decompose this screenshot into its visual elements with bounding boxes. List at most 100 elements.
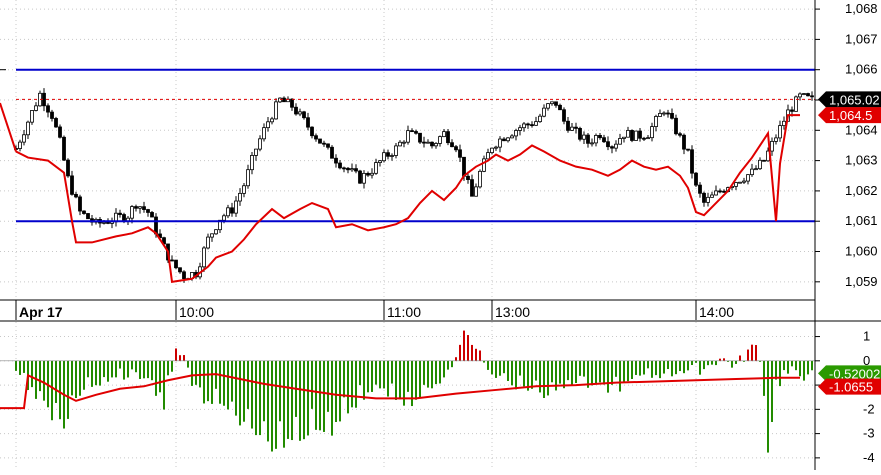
histogram-bar bbox=[643, 360, 645, 375]
red-line-badge-text: 1,064.5 bbox=[829, 108, 872, 123]
candle-body bbox=[326, 143, 330, 148]
candle-body bbox=[506, 137, 510, 142]
histogram-bar bbox=[791, 360, 793, 367]
histogram-panel[interactable] bbox=[0, 322, 815, 470]
candle-body bbox=[302, 111, 306, 119]
candle-body bbox=[230, 207, 234, 214]
candle-body bbox=[214, 229, 218, 235]
candle-body bbox=[354, 168, 358, 172]
candle-body bbox=[598, 135, 602, 139]
histogram-bar bbox=[683, 360, 685, 374]
candle-body bbox=[490, 147, 494, 154]
candle-body bbox=[294, 106, 298, 115]
histogram-bar bbox=[407, 360, 409, 392]
price-tick-label: 1,063 bbox=[845, 153, 878, 168]
histogram-bar bbox=[55, 360, 57, 403]
histogram-bar bbox=[459, 344, 461, 361]
histogram-bar bbox=[39, 360, 41, 392]
candle-body bbox=[518, 127, 522, 131]
candle-body bbox=[122, 214, 126, 222]
histogram-bar bbox=[535, 360, 537, 381]
histogram-bar bbox=[443, 360, 445, 378]
histogram-bar bbox=[739, 355, 741, 361]
candle-body bbox=[550, 101, 554, 105]
candle-body bbox=[762, 159, 766, 162]
candle-body bbox=[590, 142, 594, 145]
price-panel[interactable] bbox=[0, 0, 815, 300]
time-tick-label: 11:00 bbox=[387, 304, 421, 320]
histogram-bar bbox=[119, 360, 121, 369]
candle-body bbox=[634, 130, 638, 141]
candle-body bbox=[706, 196, 710, 203]
candle-body bbox=[782, 120, 786, 127]
histogram-bar bbox=[351, 360, 353, 408]
histogram-bar bbox=[147, 360, 149, 379]
candle-body bbox=[434, 143, 438, 147]
histogram-bar bbox=[523, 360, 525, 387]
histogram-bar bbox=[251, 360, 253, 429]
histogram-bar bbox=[463, 330, 465, 361]
histogram-bar bbox=[623, 360, 625, 383]
candle-body bbox=[678, 133, 682, 136]
candle-body bbox=[674, 117, 678, 135]
histogram-bar bbox=[103, 360, 105, 378]
histogram-bar bbox=[235, 360, 237, 416]
histogram-bar bbox=[591, 360, 593, 386]
histogram-bar bbox=[475, 348, 477, 361]
hist-tick-label: -4 bbox=[863, 450, 875, 465]
candle-body bbox=[282, 97, 286, 103]
histogram-bar bbox=[311, 360, 313, 409]
candle-body bbox=[334, 157, 338, 164]
price-tick-label: 1,068 bbox=[845, 1, 878, 16]
histogram-bar bbox=[107, 360, 109, 382]
histogram-bar bbox=[423, 360, 425, 385]
candle-body bbox=[358, 170, 362, 184]
chart-svg[interactable]: 1,0681,0671,0661,0651,0641,0631,0621,061… bbox=[0, 0, 881, 470]
candle-body bbox=[654, 116, 658, 127]
candle-body bbox=[546, 103, 550, 109]
histogram-bar bbox=[131, 360, 133, 370]
candle-body bbox=[306, 117, 310, 128]
histogram-bar bbox=[719, 358, 721, 361]
histogram-bar bbox=[87, 360, 89, 378]
candle-body bbox=[182, 271, 186, 280]
candle-body bbox=[542, 107, 546, 117]
candle-body bbox=[298, 111, 302, 115]
histogram-bar bbox=[171, 360, 173, 372]
histogram-bar bbox=[95, 360, 97, 386]
candle-body bbox=[626, 130, 630, 138]
histogram-bar bbox=[279, 360, 281, 422]
candle-body bbox=[362, 172, 366, 184]
candle-body bbox=[134, 206, 138, 209]
histogram-bar bbox=[723, 358, 725, 361]
candle-body bbox=[82, 210, 86, 214]
candle-body bbox=[146, 209, 150, 213]
candle-body bbox=[578, 127, 582, 140]
histogram-bar bbox=[299, 360, 301, 441]
histogram-bar bbox=[359, 360, 361, 386]
histogram-bar bbox=[383, 360, 385, 389]
candle-body bbox=[422, 141, 426, 144]
histogram-bar bbox=[803, 360, 805, 381]
candle-body bbox=[754, 168, 758, 171]
histogram-bar bbox=[267, 360, 269, 442]
histogram-bar bbox=[687, 360, 689, 371]
candle-body bbox=[662, 112, 666, 115]
histogram-bar bbox=[799, 360, 801, 377]
candle-body bbox=[642, 137, 646, 140]
histogram-bar bbox=[211, 360, 213, 404]
chart-area[interactable]: 1,0681,0671,0661,0651,0641,0631,0621,061… bbox=[0, 0, 881, 470]
histogram-bar bbox=[291, 360, 293, 441]
candle-body bbox=[798, 93, 802, 98]
candle-body bbox=[138, 206, 142, 209]
histogram-bar bbox=[571, 360, 573, 385]
candle-body bbox=[410, 130, 414, 133]
candle-body bbox=[738, 181, 742, 184]
candle-body bbox=[30, 110, 34, 123]
histogram-bar bbox=[315, 360, 317, 430]
histogram-bar bbox=[75, 360, 77, 399]
histogram-bar bbox=[563, 360, 565, 389]
histogram-bar bbox=[135, 360, 137, 373]
histogram-bar bbox=[323, 360, 325, 432]
candle-body bbox=[758, 159, 762, 170]
